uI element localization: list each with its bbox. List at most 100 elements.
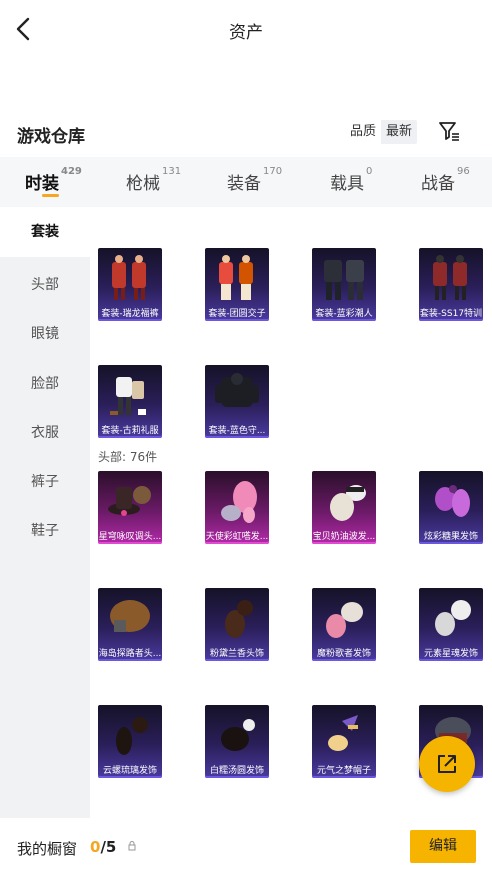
- tab-count: 429: [61, 166, 82, 177]
- item-label: 星穹咏叹调头...: [98, 532, 162, 542]
- item-thumbnail: 炫彩糖果发饰: [419, 471, 483, 544]
- item-label: 元气之梦帽子: [316, 766, 371, 776]
- tab-fashion[interactable]: 时装429: [25, 166, 82, 194]
- item-thumbnail: 元气之梦帽子: [312, 705, 376, 778]
- suit-item[interactable]: 套装-SS17特训: [419, 248, 483, 321]
- item-thumbnail: 粉黛兰香头饰: [205, 588, 269, 661]
- filter-button[interactable]: [437, 119, 461, 143]
- item-label: 套装-古莉礼服: [101, 426, 159, 436]
- item-label: 元素星魂发饰: [423, 649, 478, 659]
- item-label: 海岛探路者头...: [98, 649, 162, 659]
- lock-icon: [128, 841, 136, 851]
- sidebar-item-clothes[interactable]: 衣服: [0, 422, 90, 442]
- head-item[interactable]: 粉黛兰香头饰: [205, 588, 269, 661]
- sort-by-latest[interactable]: 最新: [381, 120, 418, 144]
- external-link-icon: [438, 755, 456, 773]
- suit-item[interactable]: 套装-古莉礼服: [98, 365, 162, 438]
- tab-label: 枪械: [126, 174, 160, 194]
- item-thumbnail: 白糯汤圆发饰: [205, 705, 269, 778]
- hair-icon: [221, 481, 257, 523]
- suit-item[interactable]: 套装-蓝彩潮人: [312, 248, 376, 321]
- hair-icon: [326, 602, 363, 638]
- sort-toggle: 品质 最新: [345, 120, 418, 144]
- outfit-icon: [110, 377, 146, 415]
- top-bar: 资产: [0, 0, 492, 58]
- tab-label: 载具: [330, 174, 364, 194]
- item-thumbnail: 魔粉歌者发饰: [312, 588, 376, 661]
- outfit-icon: [219, 255, 253, 300]
- hair-icon: [435, 485, 470, 517]
- bottom-bar: 我的橱窗 0/5 编辑: [0, 818, 492, 876]
- hair-icon: [110, 600, 150, 632]
- page-title: 资产: [229, 23, 263, 43]
- item-thumbnail: 套装-SS17特训: [419, 248, 483, 321]
- tab-equipment[interactable]: 装备170: [227, 166, 283, 194]
- outfit-icon: [324, 260, 364, 300]
- sidebar-item-suits[interactable]: 套装: [0, 207, 90, 257]
- wardrobe-total: /5: [100, 838, 117, 856]
- item-label: 云螺琉璃发饰: [102, 766, 157, 776]
- item-label: 宝贝奶油波发...: [312, 532, 376, 542]
- item-label: 天使彩虹嗒发...: [205, 532, 269, 542]
- head-item[interactable]: 云螺琉璃发饰: [98, 705, 162, 778]
- sort-by-quality[interactable]: 品质: [345, 120, 382, 144]
- head-item[interactable]: 宝贝奶油波发...: [312, 471, 376, 544]
- head-item[interactable]: 白糯汤圆发饰: [205, 705, 269, 778]
- sidebar-item-pants[interactable]: 裤子: [0, 471, 90, 491]
- hair-icon: [435, 600, 471, 636]
- outfit-icon: [112, 255, 146, 300]
- wardrobe-count: 0/5: [90, 838, 116, 856]
- hair-icon: [221, 719, 255, 751]
- head-item[interactable]: 元气之梦帽子: [312, 705, 376, 778]
- share-button[interactable]: [419, 736, 475, 792]
- suit-item[interactable]: 套装-瑞龙福裤: [98, 248, 162, 321]
- sidebar-item-glasses[interactable]: 眼镜: [0, 323, 90, 343]
- filter-icon: [439, 122, 459, 141]
- tab-vehicles[interactable]: 载具0: [330, 166, 373, 194]
- item-label: 套装-瑞龙福裤: [101, 309, 159, 319]
- item-label: 套装-SS17特训: [419, 309, 483, 319]
- item-thumbnail: 天使彩虹嗒发...: [205, 471, 269, 544]
- hair-icon: [116, 717, 148, 755]
- active-tab-indicator: [42, 194, 59, 197]
- head-item[interactable]: 星穹咏叹调头...: [98, 471, 162, 544]
- suit-item[interactable]: 套装-蓝色守...: [205, 365, 269, 438]
- head-item[interactable]: 魔粉歌者发饰: [312, 588, 376, 661]
- tab-count: 170: [263, 166, 283, 177]
- item-label: 套装-蓝色守...: [208, 426, 266, 436]
- tab-guns[interactable]: 枪械131: [126, 166, 181, 194]
- tab-label: 战备: [421, 174, 455, 194]
- tab-label: 装备: [227, 174, 261, 194]
- item-thumbnail: 套装-蓝彩潮人: [312, 248, 376, 321]
- hat-icon: [108, 486, 151, 516]
- sidebar-item-head[interactable]: 头部: [0, 274, 90, 294]
- head-item[interactable]: 海岛探路者头...: [98, 588, 162, 661]
- item-label: 炫彩糖果发饰: [423, 532, 478, 542]
- category-tabs: 时装429 枪械131 装备170 载具0 战备96: [0, 157, 492, 207]
- head-item[interactable]: 元素星魂发饰: [419, 588, 483, 661]
- item-label: 套装-蓝彩潮人: [315, 309, 373, 319]
- tab-supplies[interactable]: 战备96: [421, 166, 470, 194]
- head-item[interactable]: 炫彩糖果发饰: [419, 471, 483, 544]
- head-item[interactable]: 天使彩虹嗒发...: [205, 471, 269, 544]
- suit-item[interactable]: 套装-团圆交子: [205, 248, 269, 321]
- item-label: 粉黛兰香头饰: [209, 649, 264, 659]
- sidebar-item-face[interactable]: 脸部: [0, 373, 90, 393]
- sidebar: 套装 头部 眼镜 脸部 衣服 裤子 鞋子: [0, 207, 90, 818]
- item-thumbnail: 套装-瑞龙福裤: [98, 248, 162, 321]
- outfit-icon: [433, 255, 467, 300]
- item-thumbnail: 海岛探路者头...: [98, 588, 162, 661]
- tab-count: 0: [366, 166, 373, 177]
- sidebar-item-shoes[interactable]: 鞋子: [0, 520, 90, 540]
- item-thumbnail: 套装-团圆交子: [205, 248, 269, 321]
- edit-button[interactable]: 编辑: [410, 830, 476, 863]
- item-label: 魔粉歌者发饰: [316, 649, 371, 659]
- item-thumbnail: 云螺琉璃发饰: [98, 705, 162, 778]
- item-thumbnail: 宝贝奶油波发...: [312, 471, 376, 544]
- hat-icon: [328, 715, 358, 751]
- wardrobe-used: 0: [90, 838, 101, 856]
- warehouse-title: 游戏仓库: [17, 127, 85, 147]
- item-thumbnail: 星穹咏叹调头...: [98, 471, 162, 544]
- item-thumbnail: 元素星魂发饰: [419, 588, 483, 661]
- tab-count: 96: [457, 166, 470, 177]
